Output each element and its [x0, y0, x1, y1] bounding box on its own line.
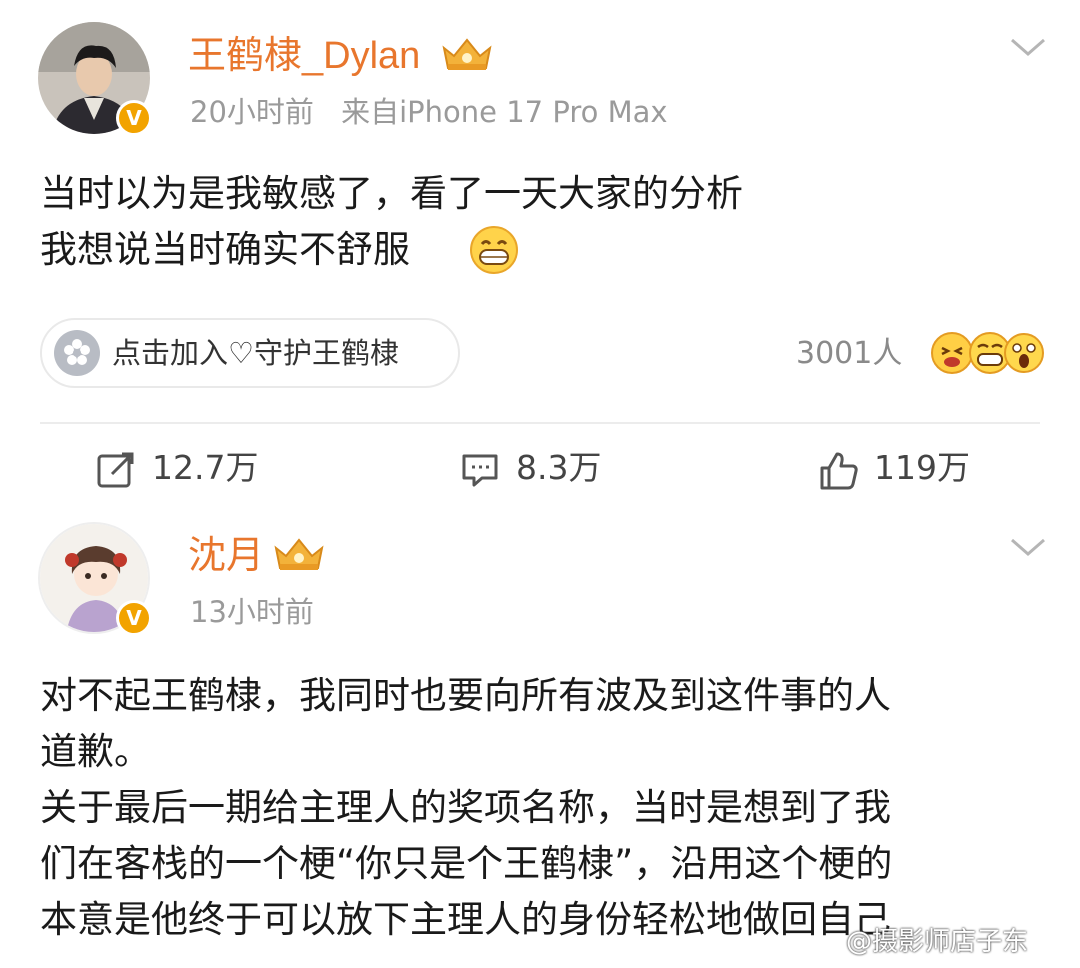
- post-line: 们在客栈的一个梗“你只是个王鹤棣”，沿用这个梗的: [40, 842, 893, 885]
- like-icon: [820, 452, 858, 490]
- crown-badge-icon: [274, 538, 324, 570]
- comment-icon: [462, 454, 498, 487]
- post-source-1: 来自iPhone 17 Pro Max: [341, 95, 668, 129]
- avatar-user-1[interactable]: V: [38, 22, 152, 136]
- verified-badge-icon: V: [116, 100, 152, 136]
- watermark: @摄影师店子东: [846, 927, 1029, 957]
- laugh-cry-emoji-icon: [931, 332, 973, 374]
- post-line: 道歉。: [40, 730, 151, 773]
- username-2[interactable]: 沈月: [188, 534, 264, 578]
- like-count: 119万: [874, 448, 970, 487]
- repost-icon: [97, 452, 134, 488]
- reaction-emoji-group[interactable]: [928, 328, 1044, 378]
- chevron-down-icon[interactable]: [1008, 36, 1048, 60]
- repost-count: 12.7万: [152, 448, 259, 487]
- comment-count: 8.3万: [516, 448, 602, 487]
- post-text-1: 当时以为是我敏感了，看了一天大家的分析 我想说当时确实不舒服: [40, 166, 743, 278]
- post-text-2: 对不起王鹤棣，我同时也要向所有波及到这件事的人 道歉。 关于最后一期给主理人的奖…: [40, 668, 892, 948]
- fan-group-label: 点击加入♡守护王鹤棣: [112, 336, 399, 370]
- flower-icon: [54, 330, 100, 376]
- post-line: 对不起王鹤棣，我同时也要向所有波及到这件事的人: [40, 674, 891, 717]
- shocked-emoji-icon: [1004, 333, 1044, 373]
- fan-group-join-button[interactable]: 点击加入♡守护王鹤棣: [40, 318, 460, 388]
- username-1[interactable]: 王鹤棣_Dylan: [188, 34, 420, 78]
- post-meta-2: 13小时前: [190, 594, 314, 630]
- post-line: 当时以为是我敏感了，看了一天大家的分析: [40, 172, 743, 215]
- grin-emoji-icon: [470, 226, 518, 274]
- post-line: 关于最后一期给主理人的奖项名称，当时是想到了我: [40, 786, 891, 829]
- crown-badge-icon: [442, 38, 492, 70]
- avatar-user-2[interactable]: V: [38, 522, 152, 636]
- post-line: 我想说当时确实不舒服: [40, 228, 410, 271]
- post-time-2: 13小时前: [190, 595, 314, 629]
- post-line: 本意是他终于可以放下主理人的身份轻松地做回自己: [40, 898, 891, 941]
- reaction-count: 3001人: [796, 336, 903, 371]
- post-divider: [40, 422, 1040, 424]
- post-time-1: 20小时前: [190, 95, 314, 129]
- verified-badge-icon: V: [116, 600, 152, 636]
- chevron-down-icon[interactable]: [1008, 536, 1048, 560]
- post-meta-1: 20小时前 来自iPhone 17 Pro Max: [190, 94, 668, 130]
